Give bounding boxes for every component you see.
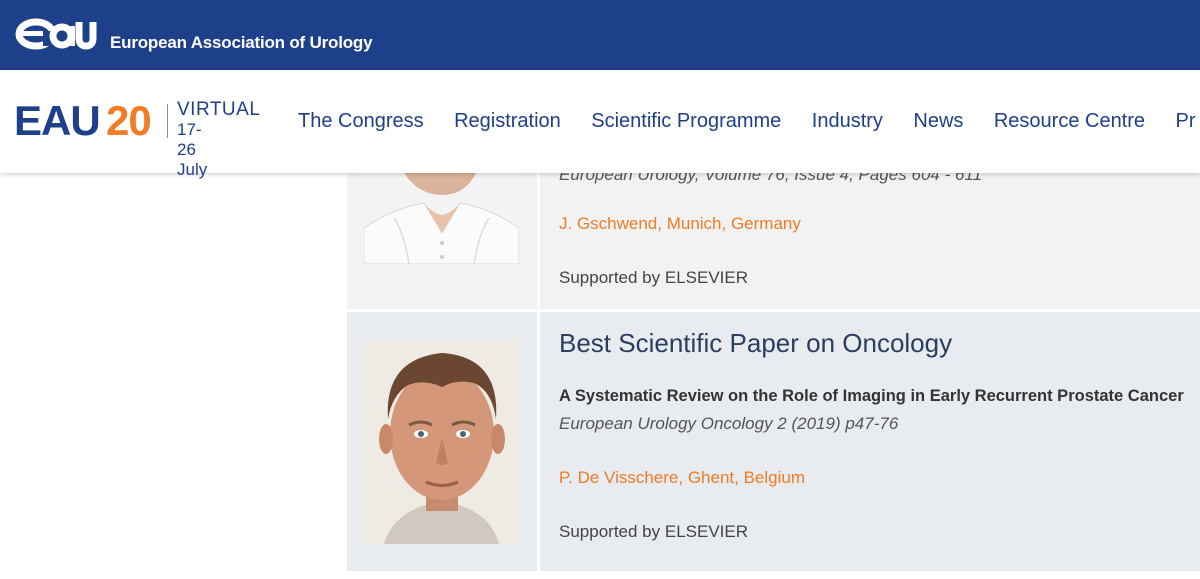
award-row: Best Scientific Paper on Oncology A Syst… bbox=[347, 312, 1200, 571]
brand-virtual-label: VIRTUAL bbox=[177, 99, 261, 120]
award-row: European Urology, Volume 76, Issue 4, Pa… bbox=[347, 165, 1200, 309]
nav-item-news[interactable]: News bbox=[913, 110, 963, 133]
nav-item-truncated[interactable]: Pr bbox=[1175, 110, 1195, 133]
association-header: European Association of Urology bbox=[0, 0, 1200, 70]
brand-20: 20 bbox=[106, 97, 152, 144]
nav-item-industry[interactable]: Industry bbox=[812, 110, 883, 133]
nav-item-registration[interactable]: Registration bbox=[454, 110, 561, 133]
brand-dates: 17-26 July bbox=[177, 120, 208, 179]
nav-item-resource-centre[interactable]: Resource Centre bbox=[994, 110, 1145, 133]
author-link[interactable]: P. De Visschere, Ghent, Belgium bbox=[559, 468, 805, 488]
author-photo bbox=[364, 339, 519, 544]
eau-logo[interactable] bbox=[15, 14, 97, 52]
association-name[interactable]: European Association of Urology bbox=[110, 33, 373, 53]
award-details: Best Scientific Paper on Oncology A Syst… bbox=[559, 312, 1200, 571]
award-title: Best Scientific Paper on Oncology bbox=[559, 328, 953, 358]
nav-item-scientific-programme[interactable]: Scientific Programme bbox=[591, 110, 781, 133]
supported-by: Supported by ELSEVIER bbox=[559, 522, 749, 541]
column-divider bbox=[537, 173, 540, 309]
brand-separator bbox=[167, 104, 168, 138]
supported-by: Supported by ELSEVIER bbox=[559, 268, 749, 287]
paper-title: A Systematic Review on the Role of Imagi… bbox=[559, 387, 1184, 405]
primary-nav: The Congress Registration Scientific Pro… bbox=[284, 110, 1200, 133]
award-details: European Urology, Volume 76, Issue 4, Pa… bbox=[559, 165, 1200, 309]
author-photo bbox=[364, 173, 519, 264]
author-link[interactable]: J. Gschwend, Munich, Germany bbox=[559, 214, 801, 234]
column-divider bbox=[537, 312, 540, 571]
main-navbar: EAU 20 VIRTUAL 17-26 July The Congress R… bbox=[0, 70, 1200, 179]
journal-citation: European Urology Oncology 2 (2019) p47-7… bbox=[559, 414, 899, 433]
brand-eau: EAU bbox=[14, 97, 101, 144]
nav-item-the-congress[interactable]: The Congress bbox=[298, 110, 424, 133]
